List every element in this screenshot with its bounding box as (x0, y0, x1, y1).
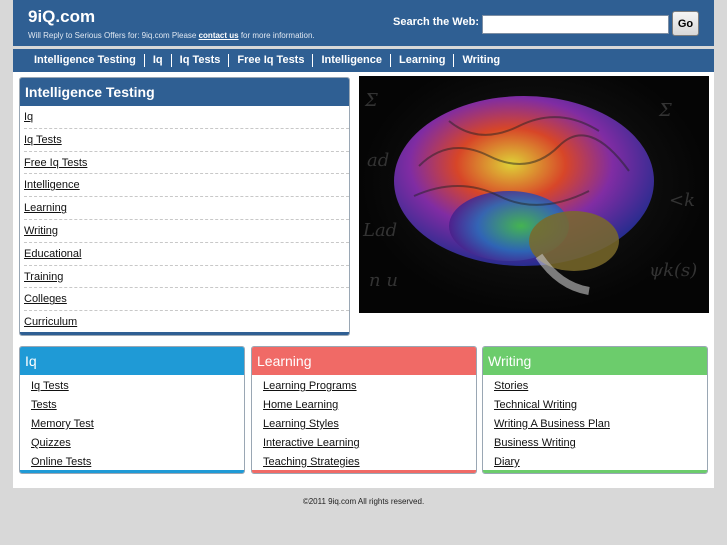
search-label: Search the Web: (393, 16, 479, 28)
panel-bottom-bar (20, 470, 244, 473)
footer-copyright: ©2011 9iq.com All rights reserved. (302, 497, 425, 506)
iq-panel: Iq Iq Tests Tests Memory Test Quizzes On… (19, 346, 245, 474)
link-online-tests[interactable]: Online Tests (31, 456, 91, 468)
list-item: Curriculum (24, 311, 349, 334)
svg-text:<k: <k (669, 190, 695, 211)
list-item: Iq Tests (24, 129, 349, 152)
list-item: Home Learning (263, 396, 476, 415)
brain-illustration: Σ Σ ad <k Lad ψk(s) n u (362, 90, 697, 295)
panel-title: Learning (252, 347, 476, 375)
link-tests[interactable]: Tests (31, 399, 57, 411)
tagline-suffix: for more information. (238, 31, 315, 40)
contact-us-link[interactable]: contact us (199, 31, 239, 40)
list-item: Iq Tests (31, 377, 244, 396)
site-logo[interactable]: 9iQ.com (28, 7, 95, 27)
top-nav: Intelligence Testing Iq Iq Tests Free Iq… (13, 49, 714, 72)
list-item: Technical Writing (494, 396, 707, 415)
link-iq-tests[interactable]: Iq Tests (31, 380, 69, 392)
writing-panel: Writing Stories Technical Writing Writin… (482, 346, 708, 474)
list-item: Business Writing (494, 434, 707, 453)
nav-item-intelligence[interactable]: Intelligence (313, 54, 391, 67)
nav-item-learning[interactable]: Learning (391, 54, 455, 67)
list-item: Tests (31, 396, 244, 415)
list-item: Memory Test (31, 415, 244, 434)
link-intelligence[interactable]: Intelligence (24, 179, 80, 191)
svg-text:Lad: Lad (362, 220, 397, 241)
link-quizzes[interactable]: Quizzes (31, 437, 71, 449)
svg-text:Σ: Σ (658, 100, 672, 121)
svg-text:n u: n u (369, 270, 398, 291)
link-diary[interactable]: Diary (494, 456, 520, 468)
link-writing[interactable]: Writing (24, 225, 58, 237)
link-iq[interactable]: Iq (24, 111, 33, 123)
link-technical-writing[interactable]: Technical Writing (494, 399, 577, 411)
link-learning-programs[interactable]: Learning Programs (263, 380, 357, 392)
link-list: Iq Tests Tests Memory Test Quizzes Onlin… (20, 375, 244, 472)
list-item: Interactive Learning (263, 434, 476, 453)
link-iq-tests[interactable]: Iq Tests (24, 134, 62, 146)
link-curriculum[interactable]: Curriculum (24, 316, 77, 328)
link-stories[interactable]: Stories (494, 380, 528, 392)
learning-panel: Learning Learning Programs Home Learning… (251, 346, 477, 474)
link-business-writing[interactable]: Business Writing (494, 437, 576, 449)
intelligence-testing-panel: Intelligence Testing Iq Iq Tests Free Iq… (19, 77, 350, 336)
link-training[interactable]: Training (24, 271, 63, 283)
nav-item-writing[interactable]: Writing (454, 54, 508, 67)
panel-bottom-bar (483, 470, 707, 473)
list-item: Learning Styles (263, 415, 476, 434)
list-item: Stories (494, 377, 707, 396)
panel-title: Iq (20, 347, 244, 375)
go-button[interactable]: Go (672, 11, 699, 36)
link-learning-styles[interactable]: Learning Styles (263, 418, 339, 430)
tagline: Will Reply to Serious Offers for: 9iq.co… (28, 31, 315, 40)
brain-image: Σ Σ ad <k Lad ψk(s) n u (359, 76, 709, 313)
link-interactive-learning[interactable]: Interactive Learning (263, 437, 360, 449)
list-item: Colleges (24, 288, 349, 312)
svg-text:ψk(s): ψk(s) (649, 260, 697, 281)
site-header: 9iQ.com Will Reply to Serious Offers for… (13, 0, 714, 46)
link-list: Iq Iq Tests Free Iq Tests Intelligence L… (20, 106, 349, 334)
list-item: Quizzes (31, 434, 244, 453)
tagline-prefix: Will Reply to Serious Offers for: 9iq.co… (28, 31, 199, 40)
svg-text:ad: ad (367, 150, 389, 171)
list-item: Iq (24, 106, 349, 129)
panel-bottom-bar (252, 470, 476, 473)
link-educational[interactable]: Educational (24, 248, 82, 260)
link-list: Learning Programs Home Learning Learning… (252, 375, 476, 472)
list-item: Intelligence (24, 174, 349, 198)
search-input[interactable] (482, 15, 669, 34)
link-colleges[interactable]: Colleges (24, 293, 67, 305)
nav-item-iq[interactable]: Iq (145, 54, 172, 67)
panel-title: Writing (483, 347, 707, 375)
panel-title: Intelligence Testing (20, 78, 349, 106)
link-home-learning[interactable]: Home Learning (263, 399, 338, 411)
nav-item-free-iq-tests[interactable]: Free Iq Tests (229, 54, 314, 67)
link-writing-a-business-plan[interactable]: Writing A Business Plan (494, 418, 610, 430)
svg-text:Σ: Σ (364, 90, 378, 111)
nav-item-intelligence-testing[interactable]: Intelligence Testing (28, 54, 145, 67)
list-item: Educational (24, 243, 349, 266)
panel-bottom-bar (20, 332, 349, 335)
link-learning[interactable]: Learning (24, 202, 67, 214)
list-item: Learning (24, 197, 349, 220)
link-free-iq-tests[interactable]: Free Iq Tests (24, 157, 87, 169)
list-item: Learning Programs (263, 377, 476, 396)
nav-item-iq-tests[interactable]: Iq Tests (172, 54, 230, 67)
list-item: Training (24, 266, 349, 289)
list-item: Writing (24, 220, 349, 243)
link-list: Stories Technical Writing Writing A Busi… (483, 375, 707, 472)
list-item: Writing A Business Plan (494, 415, 707, 434)
link-memory-test[interactable]: Memory Test (31, 418, 94, 430)
list-item: Free Iq Tests (24, 152, 349, 175)
main-content: Intelligence Testing Iq Iq Tests Free Iq… (13, 72, 714, 488)
link-teaching-strategies[interactable]: Teaching Strategies (263, 456, 360, 468)
